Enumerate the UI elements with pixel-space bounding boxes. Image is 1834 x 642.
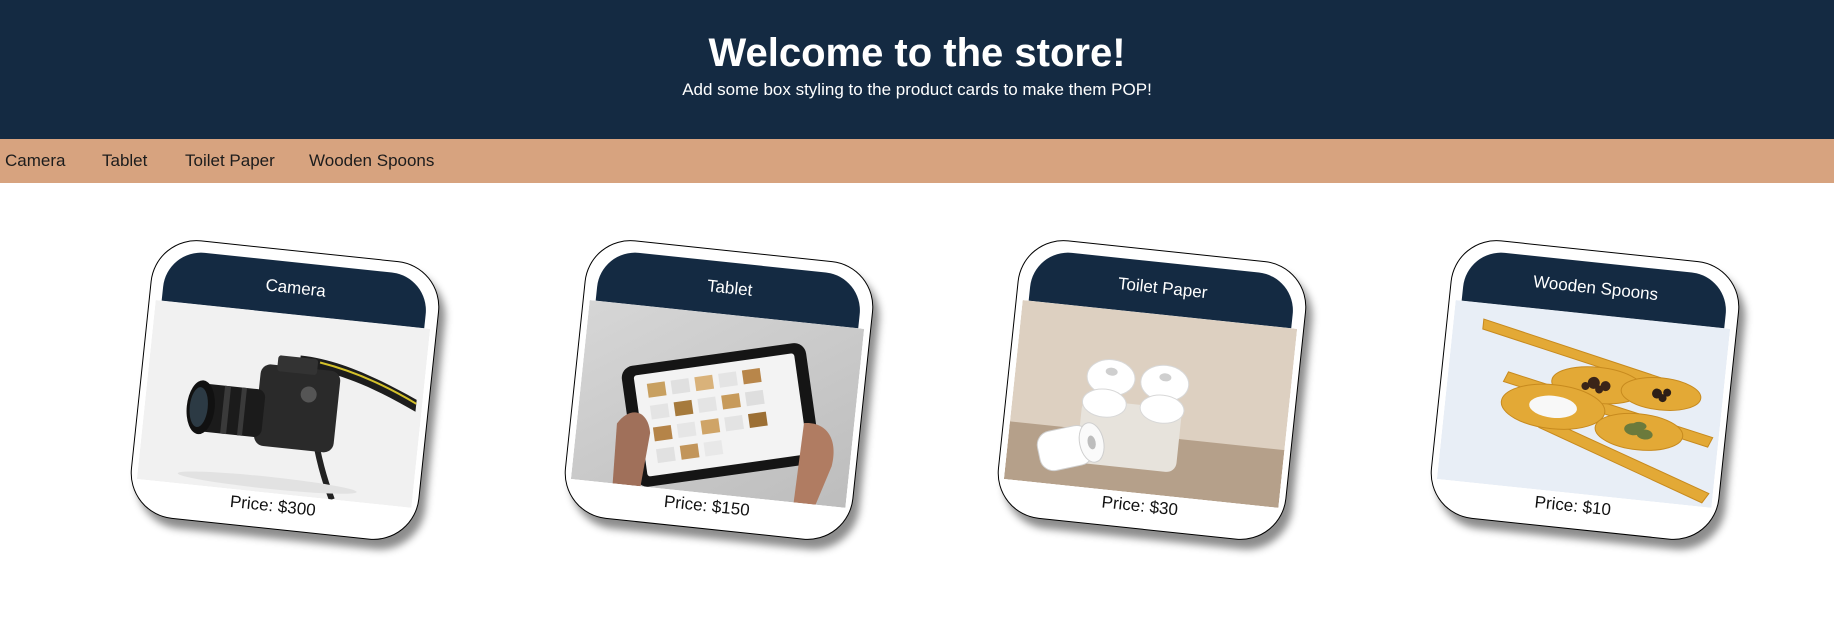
product-card-tablet[interactable]: Tablet Price: $150 <box>560 235 878 545</box>
wooden-spoons-photo <box>1436 299 1731 508</box>
toilet-paper-photo <box>1003 299 1298 508</box>
page-subtitle: Add some box styling to the product card… <box>682 80 1152 99</box>
page-header: Welcome to the store! Add some box styli… <box>0 0 1834 139</box>
product-card-toilet-paper[interactable]: Toilet Paper Price: $30 <box>993 235 1311 545</box>
nav-item-camera[interactable]: Camera <box>5 151 65 171</box>
nav-item-tablet[interactable]: Tablet <box>102 151 147 171</box>
nav-item-toilet-paper[interactable]: Toilet Paper <box>185 151 275 171</box>
page-title: Welcome to the store! <box>708 31 1126 75</box>
product-card-wooden-spoons[interactable]: Wooden Spoons Price: $10 <box>1426 235 1744 545</box>
nav-bar: Camera Tablet Toilet Paper Wooden Spoons <box>0 139 1834 183</box>
nav-item-wooden-spoons[interactable]: Wooden Spoons <box>309 151 434 171</box>
camera-photo <box>136 299 431 508</box>
product-card-camera[interactable]: Camera Price: $300 <box>126 235 444 545</box>
tablet-photo <box>570 299 865 508</box>
